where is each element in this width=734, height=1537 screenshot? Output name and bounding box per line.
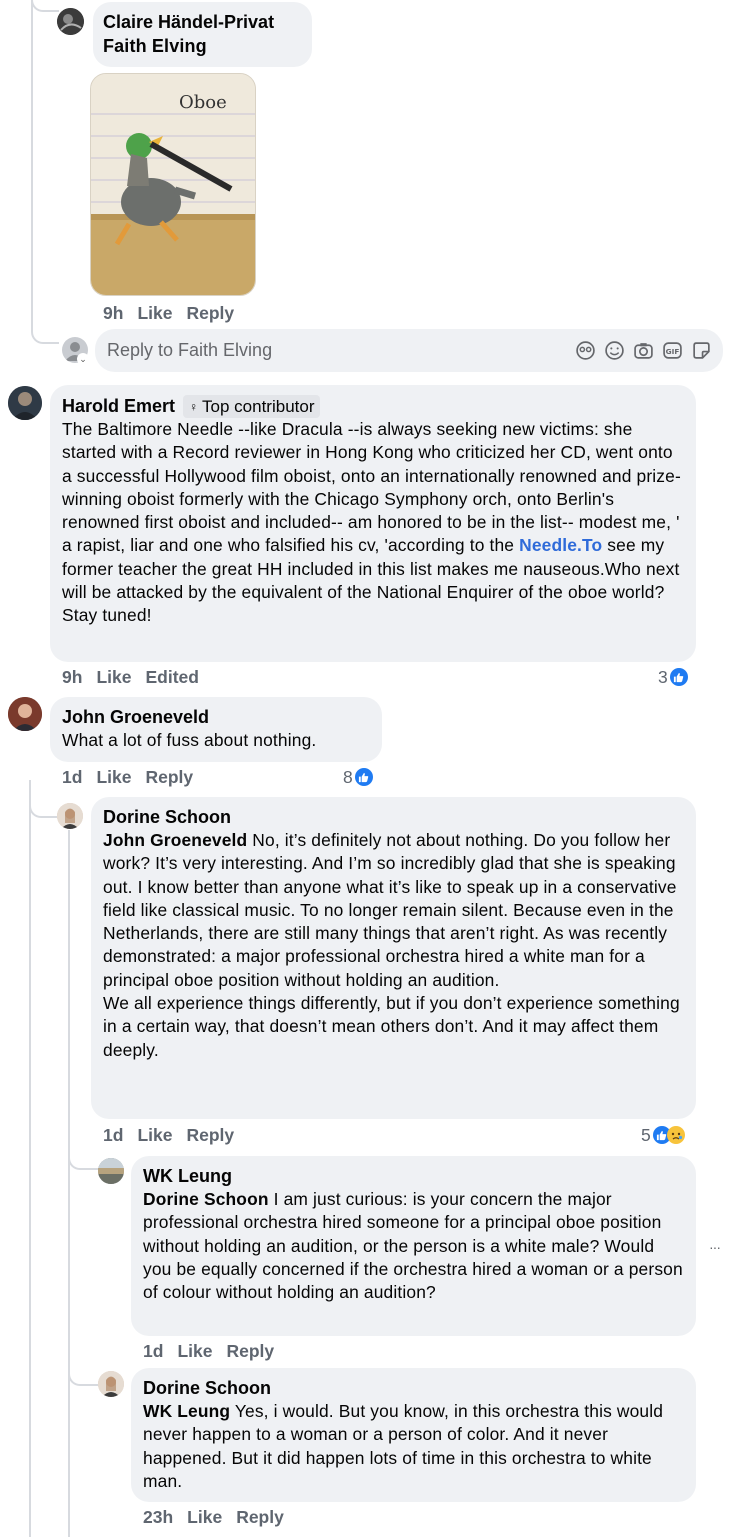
- comment-bubble: John Groeneveld What a lot of fuss about…: [50, 697, 382, 762]
- reaction-count[interactable]: 5: [641, 1124, 685, 1146]
- reply-placeholder: Reply to Faith Elving: [107, 340, 273, 360]
- thread-line-curve: [68, 1150, 100, 1170]
- like-reaction-icon: [354, 768, 373, 786]
- avatar[interactable]: [8, 386, 42, 420]
- reaction-number: 5: [641, 1125, 651, 1145]
- timestamp[interactable]: 1d: [62, 767, 82, 787]
- comment-bubble: Dorine Schoon WK Leung Yes, i would. But…: [131, 1368, 696, 1502]
- timestamp[interactable]: 9h: [62, 667, 82, 687]
- comment-text-part: No, it’s definitely not about nothing. D…: [103, 830, 677, 990]
- thread-line-curve: [29, 800, 57, 818]
- timestamp[interactable]: 9h: [103, 303, 123, 323]
- reply-button[interactable]: Reply: [226, 1341, 274, 1361]
- like-button[interactable]: Like: [187, 1507, 222, 1527]
- comment-actions: 1d Like Reply: [62, 766, 207, 788]
- avatar[interactable]: [98, 1371, 124, 1397]
- thread-line-curve: [68, 1366, 100, 1386]
- avatar[interactable]: [57, 8, 84, 35]
- comment-text[interactable]: Faith Elving: [103, 36, 207, 56]
- thread-line-curve: [31, 330, 59, 344]
- comment-text: WK Leung Yes, i would. But you know, in …: [143, 1400, 684, 1493]
- comment-bubble: Harold Emert ♀ Top contributor The Baltim…: [50, 385, 696, 662]
- badge-icon: ♀: [189, 399, 199, 414]
- timestamp[interactable]: 1d: [103, 1125, 123, 1145]
- mention-link[interactable]: Dorine Schoon: [143, 1189, 269, 1209]
- comment-author[interactable]: Dorine Schoon: [143, 1377, 684, 1400]
- composer-tools: GIF: [575, 340, 712, 361]
- comment-link[interactable]: Needle.To: [519, 535, 602, 555]
- comment-actions: 9h Like Reply: [103, 302, 248, 324]
- image-caption: Oboe: [179, 92, 227, 113]
- comment-text-paragraph: We all experience things differently, bu…: [103, 993, 680, 1060]
- like-button[interactable]: Like: [177, 1341, 212, 1361]
- comment-text: What a lot of fuss about nothing.: [62, 730, 317, 750]
- chevron-down-icon[interactable]: ⌄: [77, 353, 89, 365]
- comment-actions: 9h Like Edited: [62, 666, 213, 688]
- avatar[interactable]: [98, 1158, 124, 1184]
- camera-icon[interactable]: [633, 340, 654, 361]
- top-contributor-badge[interactable]: ♀ Top contributor: [183, 395, 321, 418]
- reaction-count[interactable]: 8: [343, 766, 373, 788]
- emoji-icon[interactable]: [604, 340, 625, 361]
- comment-author[interactable]: WK Leung: [143, 1165, 684, 1188]
- comment-author[interactable]: Dorine Schoon: [103, 806, 684, 829]
- more-options-icon[interactable]: ···: [709, 1239, 721, 1255]
- comment-actions: 1d Like Reply: [143, 1340, 288, 1362]
- comment-author[interactable]: Claire Händel-Privat: [103, 11, 302, 34]
- thread-line-top-curve: [31, 0, 59, 12]
- like-reaction-icon: [669, 668, 688, 686]
- like-button[interactable]: Like: [137, 1125, 172, 1145]
- comment-author[interactable]: Harold Emert: [62, 395, 175, 418]
- thread-line: [31, 0, 33, 330]
- comment-actions: 1d Like Reply: [103, 1124, 248, 1146]
- comment-text: The Baltimore Needle --like Dracula --is…: [62, 418, 684, 628]
- reaction-count[interactable]: 3: [658, 666, 688, 688]
- comment-text: Dorine Schoon I am just curious: is your…: [143, 1188, 684, 1304]
- reaction-number: 3: [658, 667, 668, 687]
- svg-text:GIF: GIF: [666, 347, 680, 356]
- reply-button[interactable]: Reply: [186, 1125, 234, 1145]
- edited-label[interactable]: Edited: [145, 667, 198, 687]
- like-button[interactable]: Like: [137, 303, 172, 323]
- timestamp[interactable]: 1d: [143, 1341, 163, 1361]
- like-button[interactable]: Like: [96, 667, 131, 687]
- sad-reaction-icon: [666, 1126, 685, 1144]
- avatar[interactable]: [57, 803, 83, 829]
- reply-button[interactable]: Reply: [236, 1507, 284, 1527]
- avatar-sticker-icon[interactable]: [575, 340, 596, 361]
- reply-input[interactable]: Reply to Faith Elving GIF: [95, 329, 723, 372]
- reply-button[interactable]: Reply: [186, 303, 234, 323]
- comment-actions: 23h Like Reply: [143, 1506, 298, 1528]
- mention-link[interactable]: WK Leung: [143, 1401, 230, 1421]
- comment-image[interactable]: Oboe: [90, 73, 256, 296]
- comment-text: John Groeneveld No, it’s definitely not …: [103, 829, 684, 992]
- reaction-number: 8: [343, 767, 353, 787]
- like-button[interactable]: Like: [96, 767, 131, 787]
- avatar[interactable]: [8, 697, 42, 731]
- comment-bubble: WK Leung Dorine Schoon I am just curious…: [131, 1156, 696, 1336]
- badge-label: Top contributor: [202, 396, 315, 416]
- reply-button[interactable]: Reply: [145, 767, 193, 787]
- timestamp[interactable]: 23h: [143, 1507, 173, 1527]
- thread-line: [29, 780, 31, 1537]
- comment-author[interactable]: John Groeneveld: [62, 706, 370, 729]
- gif-icon[interactable]: GIF: [662, 340, 683, 361]
- comment-bubble: Dorine Schoon John Groeneveld No, it’s d…: [91, 797, 696, 1119]
- mention-link[interactable]: John Groeneveld: [103, 830, 247, 850]
- thread-line: [68, 830, 70, 1537]
- sticker-icon[interactable]: [691, 340, 712, 361]
- comment-bubble: Claire Händel-Privat Faith Elving: [93, 2, 312, 67]
